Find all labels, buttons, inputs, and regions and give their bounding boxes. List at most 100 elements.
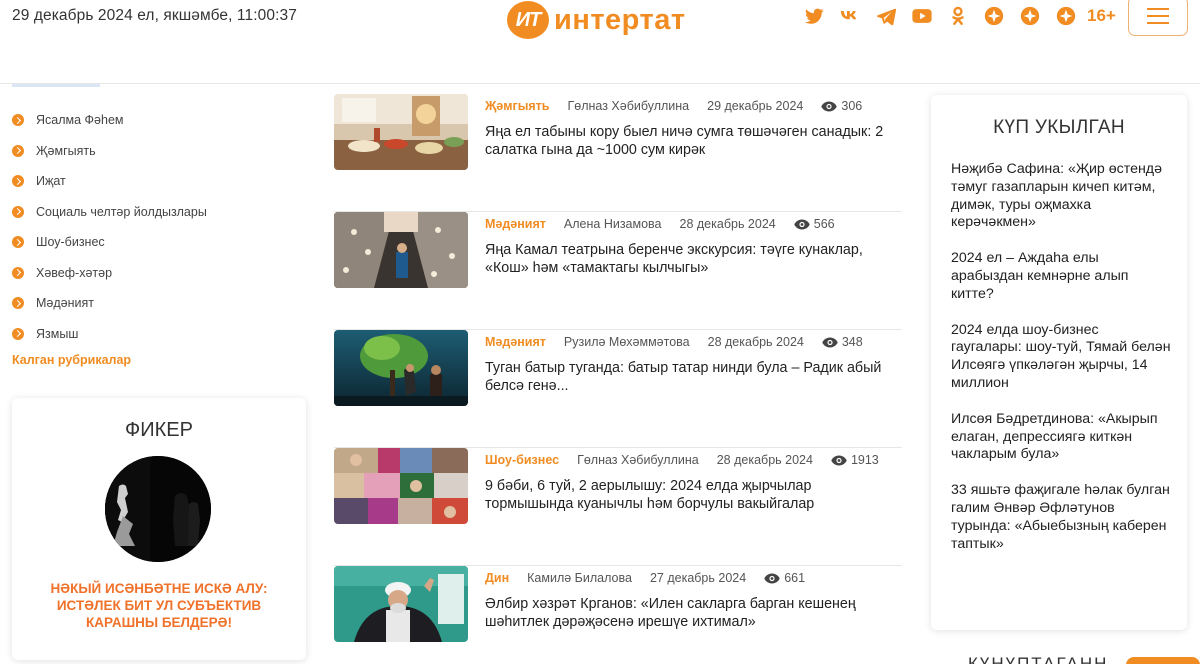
news-item[interactable]: Дин Камилә Билалова 27 декабрь 2024 661 …	[334, 566, 902, 664]
news-title[interactable]: 9 бәби, 6 туй, 2 аерылышу: 2024 елда җыр…	[485, 477, 895, 513]
news-date: 28 декабрь 2024	[679, 217, 776, 231]
news-item[interactable]: Мәдәният Рузилә Мөхәммәтова 28 декабрь 2…	[334, 330, 902, 448]
news-meta: Мәдәният Алена Низамова 28 декабрь 2024 …	[485, 217, 835, 231]
chevron-right-icon	[12, 144, 24, 157]
news-views: 661	[764, 571, 805, 585]
news-views-count: 348	[841, 335, 863, 349]
news-views-count: 306	[841, 99, 863, 113]
news-views-count: 566	[813, 217, 835, 231]
news-thumbnail[interactable]	[334, 330, 468, 406]
news-views: 1913	[831, 453, 879, 467]
news-category-link[interactable]: Мәдәният	[485, 335, 546, 349]
eye-icon	[821, 101, 838, 111]
most-read-panel: КҮП УКЫЛГАН Нәҗибә Сафина: «Җир өстендә …	[931, 95, 1187, 630]
opinion-photo[interactable]	[105, 456, 211, 562]
eye-icon	[822, 337, 838, 347]
news-item[interactable]: Җәмгыять Гөлназ Хәбибуллина 29 декабрь 2…	[334, 94, 902, 212]
most-read-item[interactable]: 2024 ел – Аждаһа елы арабыздан кемнәрне …	[951, 250, 1173, 303]
news-author: Камилә Билалова	[527, 571, 632, 585]
most-read-item[interactable]: Нәҗибә Сафина: «Җир өстендә тәмуг газапл…	[951, 161, 1173, 232]
news-title[interactable]: Яңа ел табыны кору быел ничә сумга төшәч…	[485, 123, 895, 159]
opinion-title: ФИКЕР	[125, 419, 193, 441]
eye-icon	[764, 573, 780, 583]
sidebar-item[interactable]: Язмыш	[12, 319, 207, 350]
sidebar-item[interactable]: Мәдәният	[12, 288, 207, 319]
news-views-count: 661	[784, 571, 806, 585]
odnoklassniki-icon[interactable]	[947, 5, 969, 27]
social-icon[interactable]	[1019, 5, 1041, 27]
chevron-right-icon	[12, 114, 24, 127]
chevron-right-icon	[12, 175, 24, 188]
news-category-link[interactable]: Мәдәният	[485, 217, 546, 231]
opinion-caption[interactable]: НӘКЫЙ ИСӘНБӘТНЕ ИСКӘ АЛУ: ИСТӘЛЕК БИТ УЛ…	[32, 580, 286, 631]
news-title[interactable]: Әлбир хәзрәт Крганов: «Илен сакларга бар…	[485, 595, 895, 631]
current-date: 29 декабрь 2024 ел, якшәмбе, 11:00:37	[12, 7, 297, 24]
social-links: 16+	[803, 5, 1116, 27]
section-tab[interactable]	[1126, 657, 1200, 664]
news-item[interactable]: Мәдәният Алена Низамова 28 декабрь 2024 …	[334, 212, 902, 330]
age-rating-badge: 16+	[1087, 6, 1116, 25]
sidebar-item-label: Мәдәният	[36, 296, 94, 311]
sidebar-item-label: Социаль челтәр йолдызлары	[36, 204, 207, 219]
eye-icon	[831, 455, 847, 465]
most-read-item[interactable]: Илсөя Бәдретдинова: «Акырып елаган, депр…	[951, 411, 1173, 464]
eye-icon	[794, 219, 810, 229]
sidebar-item[interactable]: Хәвеф-хәтәр	[12, 258, 207, 289]
vk-icon[interactable]	[839, 5, 861, 27]
social-icon[interactable]	[983, 5, 1005, 27]
sidebar-item-label: Хәвеф-хәтәр	[36, 265, 113, 280]
news-meta: Мәдәният Рузилә Мөхәммәтова 28 декабрь 2…	[485, 335, 863, 349]
news-title[interactable]: Яңа Камал театрына беренче экскурсия: тә…	[485, 241, 895, 277]
menu-button[interactable]	[1128, 0, 1188, 36]
site-header: 29 декабрь 2024 ел, якшәмбе, 11:00:37 ИТ…	[0, 0, 1200, 84]
news-author: Гөлназ Хәбибуллина	[577, 453, 699, 467]
sidebar-item-label: Ясалма Фәһем	[36, 113, 124, 128]
social-icon[interactable]	[1055, 5, 1077, 27]
logo-text: интертат	[554, 3, 686, 36]
news-thumbnail[interactable]	[334, 448, 468, 524]
rubric-list: Ясалма Фәһем Җәмгыять Иҗат Социаль челтә…	[12, 105, 207, 349]
news-category-link[interactable]: Шоу-бизнес	[485, 453, 559, 467]
sidebar-tab-indicator	[12, 84, 100, 87]
news-thumbnail[interactable]	[334, 94, 468, 170]
opinion-card[interactable]: ФИКЕР НӘКЫЙ ИСӘНБӘТНЕ ИСКӘ АЛУ: ИСТӘЛЕК …	[12, 398, 306, 660]
sidebar-item-label: Язмыш	[36, 326, 79, 341]
news-author: Гөлназ Хәбибуллина	[567, 99, 690, 113]
news-author: Рузилә Мөхәммәтова	[563, 335, 690, 349]
chevron-right-icon	[12, 205, 24, 218]
news-title[interactable]: Туган батыр туганда: батыр татар нинди б…	[485, 359, 895, 395]
news-date: 29 декабрь 2024	[707, 99, 804, 113]
sidebar-item[interactable]: Җәмгыять	[12, 136, 207, 167]
logo-badge: ИТ	[507, 1, 549, 39]
news-category-link[interactable]: Дин	[485, 571, 509, 585]
news-date: 28 декабрь 2024	[707, 335, 804, 349]
chevron-right-icon	[12, 297, 24, 310]
site-logo[interactable]: ИТ интертат	[507, 0, 686, 40]
sidebar-item[interactable]: Иҗат	[12, 166, 207, 197]
sidebar-item[interactable]: Социаль челтәр йолдызлары	[12, 197, 207, 228]
chevron-right-icon	[12, 327, 24, 340]
sidebar-item[interactable]: Шоу-бизнес	[12, 227, 207, 258]
sidebar-item-label: Җәмгыять	[36, 143, 96, 158]
news-views-count: 1913	[850, 453, 879, 467]
chevron-right-icon	[12, 266, 24, 279]
telegram-icon[interactable]	[875, 5, 897, 27]
news-meta: Җәмгыять Гөлназ Хәбибуллина 29 декабрь 2…	[485, 99, 862, 113]
most-read-list: Нәҗибә Сафина: «Җир өстендә тәмуг газапл…	[951, 161, 1173, 571]
youtube-icon[interactable]	[911, 5, 933, 27]
chevron-right-icon	[12, 236, 24, 249]
news-date: 28 декабрь 2024	[716, 453, 813, 467]
news-item[interactable]: Шоу-бизнес Гөлназ Хәбибуллина 28 декабрь…	[334, 448, 902, 566]
sidebar-item-label: Шоу-бизнес	[36, 235, 105, 250]
news-feed: Җәмгыять Гөлназ Хәбибуллина 29 декабрь 2…	[334, 94, 902, 664]
sidebar-item[interactable]: Ясалма Фәһем	[12, 105, 207, 136]
most-read-item[interactable]: 2024 елда шоу-бизнес гаугалары: шоу-туй,…	[951, 322, 1173, 393]
most-read-item[interactable]: 33 яшьтә фаҗигале һәлак булган галим Әнв…	[951, 482, 1173, 553]
news-views: 348	[822, 335, 863, 349]
hamburger-icon	[1147, 8, 1169, 10]
news-thumbnail[interactable]	[334, 566, 468, 642]
news-category-link[interactable]: Җәмгыять	[485, 99, 549, 113]
news-thumbnail[interactable]	[334, 212, 468, 288]
twitter-icon[interactable]	[803, 5, 825, 27]
more-rubrics-link[interactable]: Калган рубрикалар	[12, 353, 131, 367]
